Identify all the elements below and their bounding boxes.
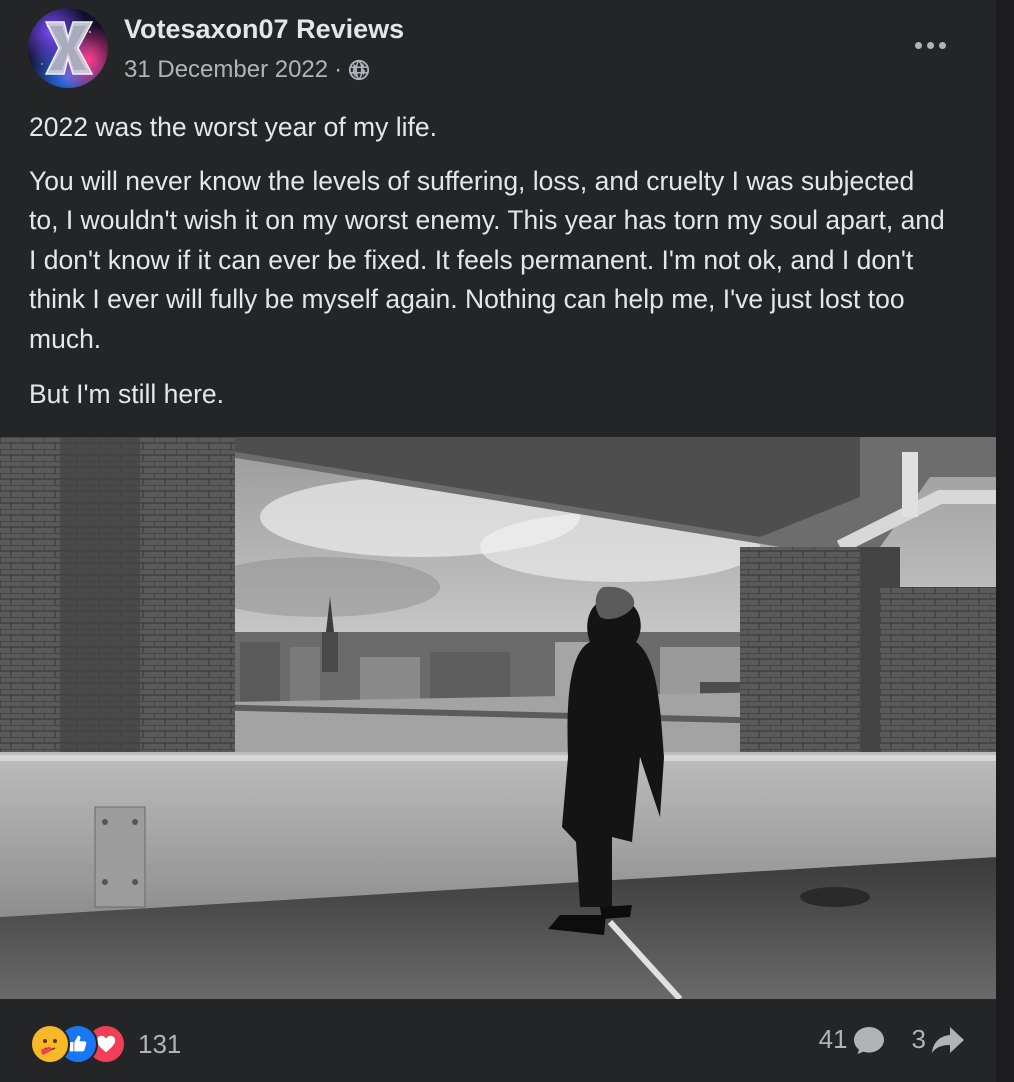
more-dot xyxy=(926,41,934,49)
care-face-icon xyxy=(37,1031,63,1057)
post-date[interactable]: 31 December 2022 xyxy=(124,56,328,84)
post-header: Votesaxon07 Reviews 31 December 2022 · xyxy=(28,6,968,88)
post-meta: 31 December 2022 · xyxy=(124,56,370,84)
shares-stat[interactable]: 3 xyxy=(912,1024,966,1055)
author-name[interactable]: Votesaxon07 Reviews xyxy=(124,14,404,45)
post-paragraph: But I'm still here. xyxy=(29,379,225,409)
more-dot xyxy=(914,41,922,49)
heart-icon xyxy=(96,1035,116,1053)
share-icon xyxy=(932,1026,964,1053)
care-reaction-icon xyxy=(30,1024,70,1064)
more-options-icon[interactable] xyxy=(908,30,952,60)
x-logo-icon xyxy=(41,21,94,75)
facebook-post-card: Votesaxon07 Reviews 31 December 2022 · 2… xyxy=(0,0,996,1082)
comments-stat[interactable]: 41 xyxy=(819,1024,886,1055)
reaction-count: 131 xyxy=(138,1028,182,1059)
post-photo[interactable] xyxy=(0,437,996,999)
comment-count: 41 xyxy=(818,1024,848,1054)
more-dot xyxy=(938,41,946,49)
thumbs-up-icon xyxy=(69,1035,87,1052)
post-paragraph: You will never know the levels of suffer… xyxy=(29,165,945,354)
reactions-summary[interactable]: 131 xyxy=(30,1024,181,1064)
post-body: 2022 was the worst year of my life. You … xyxy=(29,108,949,431)
post-paragraph: 2022 was the worst year of my life. xyxy=(29,112,437,142)
post-footer: 131 41 3 xyxy=(0,1000,996,1082)
page-gutter xyxy=(996,0,1014,1082)
parking-garage-photo xyxy=(0,437,996,999)
globe-icon[interactable] xyxy=(348,59,370,81)
meta-separator: · xyxy=(334,56,343,83)
share-count: 3 xyxy=(911,1024,926,1054)
page-avatar[interactable] xyxy=(28,8,108,88)
engagement-stats: 41 3 xyxy=(819,1024,966,1055)
comment-icon xyxy=(853,1026,884,1054)
